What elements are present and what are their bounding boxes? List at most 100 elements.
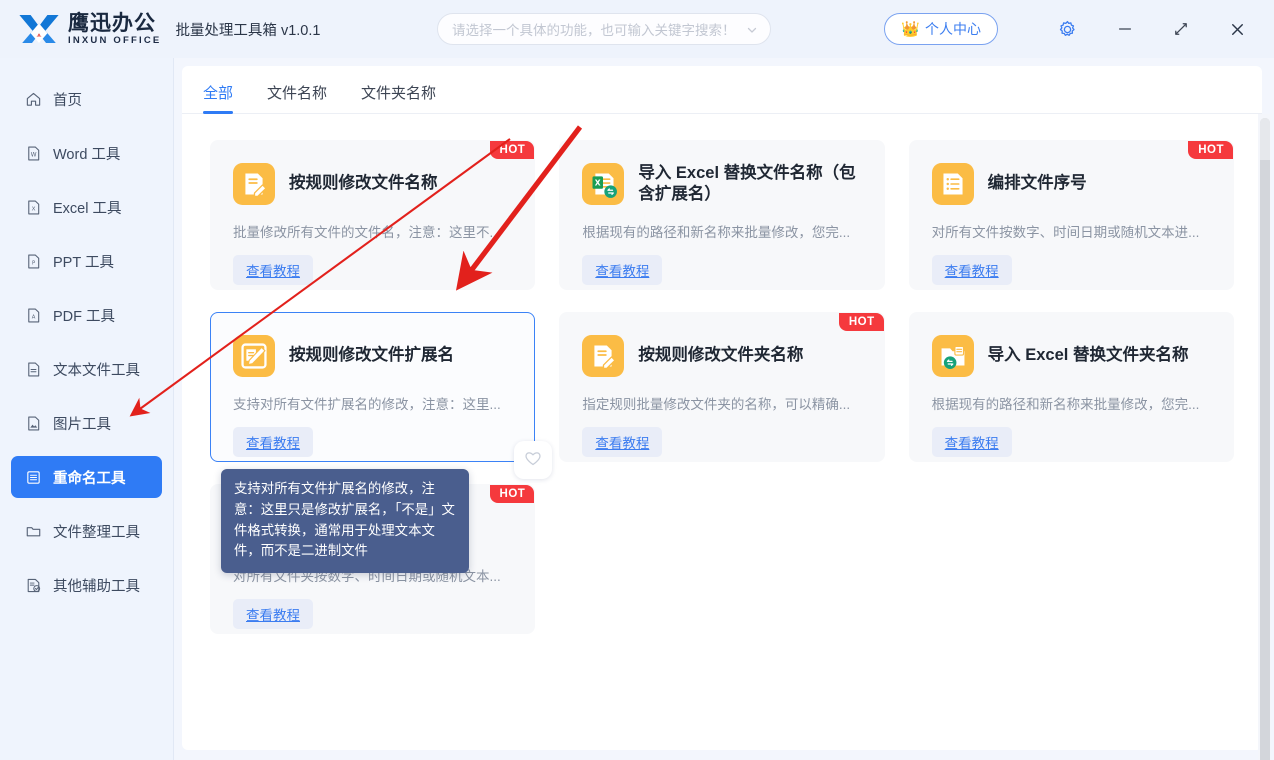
content-panel: 全部 文件名称 文件夹名称 HOT 按规则修改文件名称 批量修改所有文件的文件名… <box>182 66 1262 750</box>
sidebar-item-word[interactable]: W Word 工具 <box>11 132 162 174</box>
card-title: 按规则修改文件夹名称 <box>638 346 804 365</box>
maximize-icon[interactable] <box>1158 9 1204 49</box>
card-title: 导入 Excel 替换文件名称（包含扩展名） <box>638 163 856 203</box>
other-tools-icon <box>25 577 42 594</box>
title-bar: 鹰迅办公 INXUN OFFICE 批量处理工具箱 v1.0.1 请选择一个具体… <box>0 0 1274 58</box>
sidebar-item-label: 文本文件工具 <box>53 362 140 379</box>
cards-scroll-area: HOT 按规则修改文件名称 批量修改所有文件的文件名，注意：这里不... 查看教… <box>182 114 1262 750</box>
rename-list-icon <box>25 469 42 486</box>
card-description: 支持对所有文件扩展名的修改，注意：这里... <box>233 397 501 412</box>
heart-icon <box>523 448 543 473</box>
sidebar-item-label: 首页 <box>53 92 82 109</box>
vertical-scrollbar-thumb[interactable] <box>1260 118 1270 760</box>
tool-card[interactable]: HOT 按规则修改文件夹名称 指定规则批量修改文件夹的名称，可以精确... 查看… <box>559 312 885 462</box>
body: 首页 W Word 工具 X Excel 工具 P PPT 工具 A PDF 工… <box>0 58 1274 760</box>
function-search[interactable]: 请选择一个具体的功能，也可输入关键字搜索！ <box>437 13 771 45</box>
view-tutorial-button[interactable]: 查看教程 <box>233 427 313 457</box>
sidebar-item-rename[interactable]: 重命名工具 <box>11 456 162 498</box>
sidebar-item-home[interactable]: 首页 <box>11 78 162 120</box>
hot-badge: HOT <box>489 485 535 503</box>
sidebar-item-other-tools[interactable]: 其他辅助工具 <box>11 564 162 606</box>
sidebar-item-label: Excel 工具 <box>53 200 122 217</box>
sidebar-item-label: PPT 工具 <box>53 254 114 271</box>
sidebar-item-image[interactable]: 图片工具 <box>11 402 162 444</box>
sidebar-item-pdf[interactable]: A PDF 工具 <box>11 294 162 336</box>
svg-text:P: P <box>32 260 35 266</box>
hot-badge: HOT <box>838 313 884 331</box>
image-file-icon <box>25 415 42 432</box>
text-file-icon <box>25 361 42 378</box>
doc-pencil-icon <box>233 163 275 205</box>
svg-text:X: X <box>595 179 601 188</box>
sidebar-item-label: PDF 工具 <box>53 308 116 325</box>
card-description: 批量修改所有文件的文件名，注意：这里不... <box>233 225 501 240</box>
sidebar-item-file-organize[interactable]: 文件整理工具 <box>11 510 162 552</box>
tool-card[interactable]: HOT 按规则修改文件名称 批量修改所有文件的文件名，注意：这里不... 查看教… <box>210 140 536 290</box>
card-title: 按规则修改文件名称 <box>289 174 438 193</box>
close-icon[interactable] <box>1214 9 1260 49</box>
svg-text:W: W <box>31 152 37 158</box>
excel-swap-icon: X <box>582 163 625 205</box>
view-tutorial-button[interactable]: 查看教程 <box>233 599 313 629</box>
folder-icon <box>25 523 42 540</box>
card-title: 按规则修改文件扩展名 <box>289 346 454 365</box>
pdf-file-icon: A <box>25 307 42 324</box>
folder-swap-icon <box>931 335 974 377</box>
personal-center-button[interactable]: 👑 个人中心 <box>884 13 998 45</box>
app-logo: 鹰迅办公 INXUN OFFICE <box>18 12 161 46</box>
favorite-button[interactable] <box>514 441 553 479</box>
hot-badge: HOT <box>489 141 535 159</box>
chevron-down-icon[interactable] <box>746 23 758 35</box>
tool-card[interactable]: X 导入 Excel 替换文件名称（包含扩展名） 根据现有的路径和新名称来批量修… <box>559 140 885 290</box>
scrollbar-thumb-cap <box>1260 118 1270 160</box>
doc-extension-pencil-icon <box>233 335 275 377</box>
crown-icon: 👑 <box>901 20 920 38</box>
app-window: 鹰迅办公 INXUN OFFICE 批量处理工具箱 v1.0.1 请选择一个具体… <box>0 0 1274 760</box>
view-tutorial-button[interactable]: 查看教程 <box>582 427 663 457</box>
brand-name-en: INXUN OFFICE <box>68 34 162 46</box>
doc-pencil-icon <box>582 335 625 377</box>
hot-badge: HOT <box>1188 141 1233 159</box>
sidebar: 首页 W Word 工具 X Excel 工具 P PPT 工具 A PDF 工… <box>0 58 174 760</box>
card-description: 对所有文件按数字、时间日期或随机文本进... <box>931 225 1200 240</box>
svg-text:X: X <box>32 206 36 212</box>
sidebar-item-label: 图片工具 <box>53 416 111 433</box>
word-file-icon: W <box>25 145 42 162</box>
brand-name-cn: 鹰迅办公 <box>68 10 156 35</box>
tab-folder-name[interactable]: 文件夹名称 <box>361 82 436 113</box>
card-title: 编排文件序号 <box>987 174 1087 193</box>
minimize-icon[interactable] <box>1102 9 1148 49</box>
sidebar-item-label: 重命名工具 <box>53 470 126 487</box>
tool-card[interactable]: HOT <box>908 140 1234 290</box>
app-subtitle: 批量处理工具箱 v1.0.1 <box>175 22 321 39</box>
excel-file-icon: X <box>25 199 42 216</box>
personal-center-label: 个人中心 <box>925 21 981 37</box>
sidebar-item-label: 文件整理工具 <box>53 524 140 541</box>
card-title: 导入 Excel 替换文件夹名称 <box>987 346 1189 365</box>
tooltip: 支持对所有文件扩展名的修改，注意：这里只是修改扩展名，「不是」文件格式转换，通常… <box>221 469 469 574</box>
sidebar-item-excel[interactable]: X Excel 工具 <box>11 186 162 228</box>
titlebar-controls: 👑 个人中心 <box>884 9 1260 49</box>
gear-icon[interactable] <box>1044 9 1090 49</box>
sidebar-item-label: 其他辅助工具 <box>53 578 140 595</box>
view-tutorial-button[interactable]: 查看教程 <box>233 255 313 285</box>
sidebar-item-text-file[interactable]: 文本文件工具 <box>11 348 162 390</box>
tool-card[interactable]: 导入 Excel 替换文件夹名称 根据现有的路径和新名称来批量修改，您完... … <box>908 312 1234 462</box>
view-tutorial-button[interactable]: 查看教程 <box>931 255 1012 285</box>
view-tutorial-button[interactable]: 查看教程 <box>931 427 1012 457</box>
tab-all[interactable]: 全部 <box>203 82 234 114</box>
doc-numbering-icon <box>931 163 974 205</box>
ppt-file-icon: P <box>25 253 42 270</box>
card-description: 根据现有的路径和新名称来批量修改，您完... <box>582 225 851 240</box>
home-icon <box>25 91 42 108</box>
search-input[interactable]: 请选择一个具体的功能，也可输入关键字搜索！ <box>452 19 746 39</box>
tool-card-selected[interactable]: 按规则修改文件扩展名 支持对所有文件扩展名的修改，注意：这里... 查看教程 <box>210 312 553 479</box>
view-tutorial-button[interactable]: 查看教程 <box>582 255 663 285</box>
sidebar-item-ppt[interactable]: P PPT 工具 <box>11 240 162 282</box>
tab-bar: 全部 文件名称 文件夹名称 <box>182 66 1262 114</box>
inxun-x-logo-icon <box>18 12 60 46</box>
tab-file-name[interactable]: 文件名称 <box>267 82 327 113</box>
card-description: 指定规则批量修改文件夹的名称，可以精确... <box>582 397 851 412</box>
sidebar-item-label: Word 工具 <box>53 146 121 163</box>
card-description: 根据现有的路径和新名称来批量修改，您完... <box>931 397 1200 412</box>
